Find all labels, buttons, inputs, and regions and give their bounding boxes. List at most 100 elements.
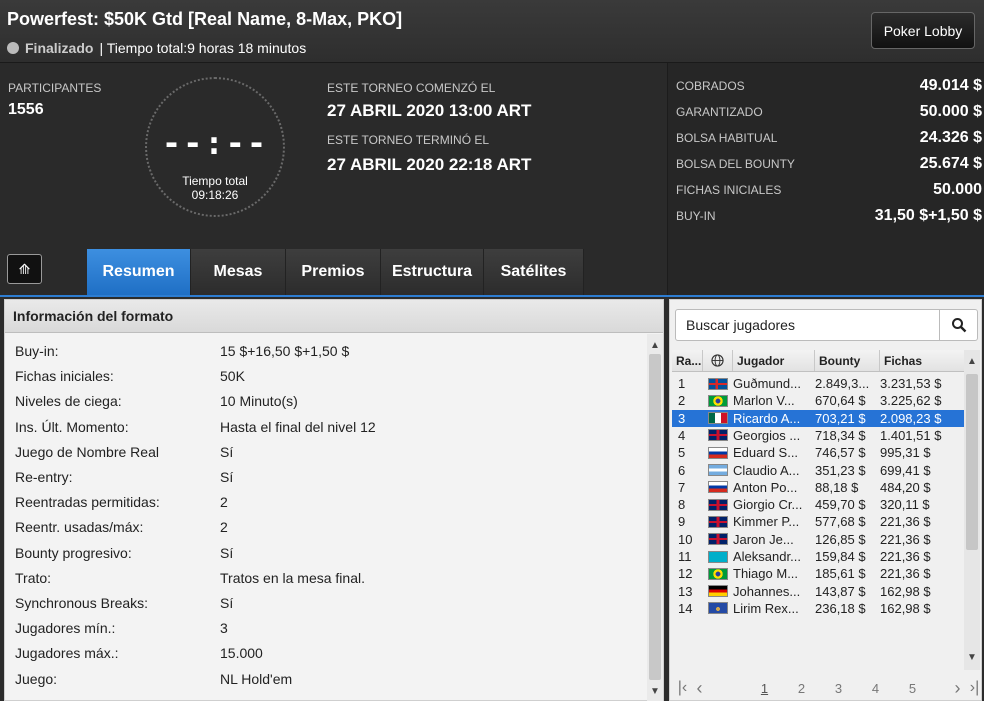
player-chips: 2.098,23 $ [880,410,942,426]
player-row[interactable]: 7 Anton Po... 88,18 $ 484,20 $ [672,479,964,496]
scroll-thumb[interactable] [966,374,978,550]
scroll-down-icon[interactable]: ▼ [964,652,980,663]
col-country[interactable] [703,350,733,371]
player-row[interactable]: 1 Guðmund... 2.849,3... 3.231,53 $ [672,375,964,392]
search-input[interactable]: Buscar jugadores [676,317,939,333]
player-chips: 162,98 $ [880,583,931,599]
player-rank: 13 [678,583,693,599]
col-chips[interactable]: Fichas [880,350,964,371]
poker-lobby-button[interactable]: Poker Lobby [871,12,975,49]
first-page-icon[interactable]: |‹ [674,679,691,697]
last-page-icon[interactable]: ›| [966,679,983,697]
stat-label: FICHAS INICIALES [676,183,782,197]
stat-value: 50.000 $ [919,103,982,120]
player-row[interactable]: 2 Marlon V... 670,64 $ 3.225,62 $ [672,392,964,409]
player-chips: 699,41 $ [880,462,931,478]
col-player[interactable]: Jugador [733,350,815,371]
player-bounty: 577,68 $ [815,514,866,530]
scroll-thumb[interactable] [649,354,661,680]
player-row[interactable]: 13 Johannes... 143,87 $ 162,98 $ [672,583,964,600]
player-bounty: 718,34 $ [815,427,866,443]
player-row[interactable]: 10 Jaron Je... 126,85 $ 221,36 $ [672,531,964,548]
player-rank: 11 [678,549,692,564]
player-row[interactable]: 14 Lirim Rex... 236,18 $ 162,98 $ [672,600,964,617]
scroll-up-icon[interactable]: ▲ [964,356,980,367]
player-row[interactable]: 3 Ricardo A... 703,21 $ 2.098,23 $ [672,409,964,427]
format-value: 10 Minuto(s) [220,393,298,410]
stat-row: GARANTIZADO 50.000 $ [676,103,982,121]
clock-digits: --:-- [161,124,269,162]
player-country [703,412,733,425]
format-row: Ins. Últ. Momento: Hasta el final del niv… [15,416,635,438]
kazakhstan-flag-icon [708,550,728,563]
player-bounty: 88,18 $ [815,479,859,495]
player-row[interactable]: 8 Giorgio Cr... 459,70 $ 320,11 $ [672,496,964,513]
format-row: Buy-in: 15 $+16,50 $+1,50 $ [15,340,635,362]
player-row[interactable]: 11 Aleksandr... 159,84 $ 221,36 $ [672,548,964,565]
tab-resumen[interactable]: Resumen [87,249,191,295]
player-row[interactable]: 12 Thiago M... 185,61 $ 221,36 $ [672,565,964,582]
players-scrollbar[interactable]: ▲ ▼ [964,350,980,670]
format-scrollbar[interactable]: ▲ ▼ [647,334,663,701]
ended-label: ESTE TORNEO TERMINó EL [327,133,490,147]
player-bounty: 703,21 $ [815,410,866,426]
player-row[interactable]: 9 Kimmer P... 577,68 $ 221,36 $ [672,513,964,530]
page-link[interactable]: 4 [857,681,894,696]
player-bounty: 143,87 $ [815,583,866,599]
format-row: Juego de Nombre Real Sí [15,441,635,463]
stat-row: BUY-IN 31,50 $+1,50 $ [676,207,982,225]
mexico-flag-icon [708,412,728,425]
uk-flag-icon [708,429,728,442]
stat-row: BOLSA DEL BOUNTY 25.674 $ [676,155,982,173]
player-rank: 4 [678,427,686,443]
player-name: Thiago M... [733,566,799,582]
scroll-up-icon[interactable]: ▲ [647,340,663,351]
player-name: Guðmund... [733,376,801,391]
player-name: Anton Po... [733,479,798,495]
player-rank: 6 [678,462,686,478]
next-page-icon[interactable]: › [949,678,966,699]
format-key: Jugadores máx.: [15,645,119,662]
player-country [703,550,733,563]
tab-mesas[interactable]: Mesas [191,249,286,295]
tab-satelites[interactable]: Satélites [484,249,584,295]
player-chips: 221,36 $ [880,531,931,547]
player-row[interactable]: 5 Eduard S... 746,57 $ 995,31 $ [672,444,964,461]
player-country [703,481,733,494]
player-name: Eduard S... [733,445,799,461]
format-row: Niveles de ciega: 10 Minuto(s) [15,390,635,412]
col-bounty[interactable]: Bounty [815,350,880,371]
player-row[interactable]: 4 Georgios ... 718,34 $ 1.401,51 $ [672,427,964,444]
player-country [703,585,733,598]
tournament-status: Finalizado | Tiempo total:9 horas 18 min… [7,40,306,56]
scroll-down-icon[interactable]: ▼ [647,686,663,697]
player-search: Buscar jugadores [675,309,978,341]
page-link[interactable]: 2 [783,681,820,696]
stat-row: FICHAS INICIALES 50.000 [676,181,982,199]
page-link[interactable]: 3 [820,681,857,696]
status-dot-icon [7,42,19,54]
tournament-header: Powerfest: $50K Gtd [Real Name, 8-Max, P… [0,0,984,63]
search-button[interactable] [939,310,977,340]
participants-value: 1556 [8,101,44,118]
page-link[interactable]: 5 [894,681,931,696]
player-row[interactable]: 6 Claudio A... 351,23 $ 699,41 $ [672,462,964,479]
tab-underline [0,295,984,297]
players-panel: Buscar jugadores Ra... Jugador Bounty Fi… [669,299,982,701]
stat-row: BOLSA HABITUAL 24.326 $ [676,129,982,147]
player-name: Lirim Rex... [733,600,799,616]
format-key: Fichas iniciales: [15,368,114,385]
prev-page-icon[interactable]: ‹ [691,678,708,699]
tab-estructura[interactable]: Estructura [381,249,484,295]
double-chevron-up-icon: ⟰ [18,260,31,277]
col-rank[interactable]: Ra... [672,350,703,371]
format-value: 2 [220,494,228,511]
stat-value: 50.000 [933,181,982,198]
format-key: Buy-in: [15,343,59,359]
collapse-button[interactable]: ⟰ [7,254,42,284]
page-link[interactable]: 1 [746,681,783,696]
total-time-clock: --:-- Tiempo total 09:18:26 [145,77,285,217]
player-chips: 3.225,62 $ [880,393,942,409]
tab-premios[interactable]: Premios [286,249,381,295]
magnifier-icon [951,318,966,333]
